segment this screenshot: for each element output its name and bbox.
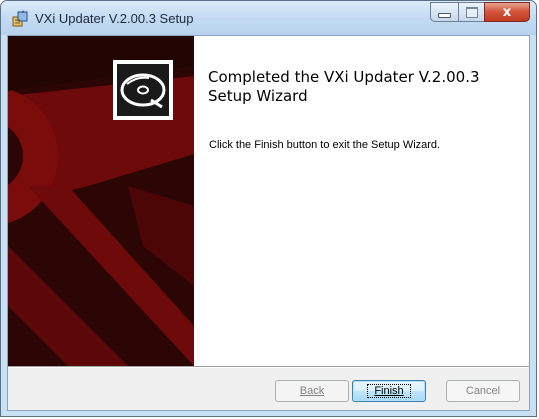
cancel-button[interactable]: Cancel <box>446 380 520 402</box>
wizard-banner <box>8 36 194 366</box>
finish-focus-ring: Finish <box>367 384 411 398</box>
caption-buttons: x <box>430 2 530 23</box>
window-title: VXi Updater V.2.00.3 Setup <box>35 11 194 26</box>
disc-icon <box>113 60 173 120</box>
minimize-button[interactable] <box>430 2 458 22</box>
setup-window: VXi Updater V.2.00.3 Setup x Completed t… <box>0 0 537 417</box>
close-button[interactable]: x <box>484 2 530 22</box>
instruction-text: Click the Finish button to exit the Setu… <box>209 139 441 151</box>
maximize-button <box>458 2 484 22</box>
finish-button-label: Finish <box>374 385 404 397</box>
maximize-icon <box>465 6 478 18</box>
page-title: Completed the VXi Updater V.2.00.3 Setup… <box>208 68 480 105</box>
cancel-button-label: Cancel <box>465 385 501 397</box>
wizard-content: Completed the VXi Updater V.2.00.3 Setup… <box>194 36 529 366</box>
close-icon: x <box>502 4 512 20</box>
installer-package-icon <box>12 10 28 27</box>
wizard-footer: Back Finish Cancel <box>8 368 529 410</box>
minimize-icon <box>438 13 451 18</box>
back-button[interactable]: Back <box>275 380 349 402</box>
finish-button[interactable]: Finish <box>352 380 426 402</box>
wizard-body: Completed the VXi Updater V.2.00.3 Setup… <box>7 35 530 411</box>
back-button-label: Back <box>299 385 325 397</box>
title-bar[interactable]: VXi Updater V.2.00.3 Setup x <box>1 1 536 35</box>
